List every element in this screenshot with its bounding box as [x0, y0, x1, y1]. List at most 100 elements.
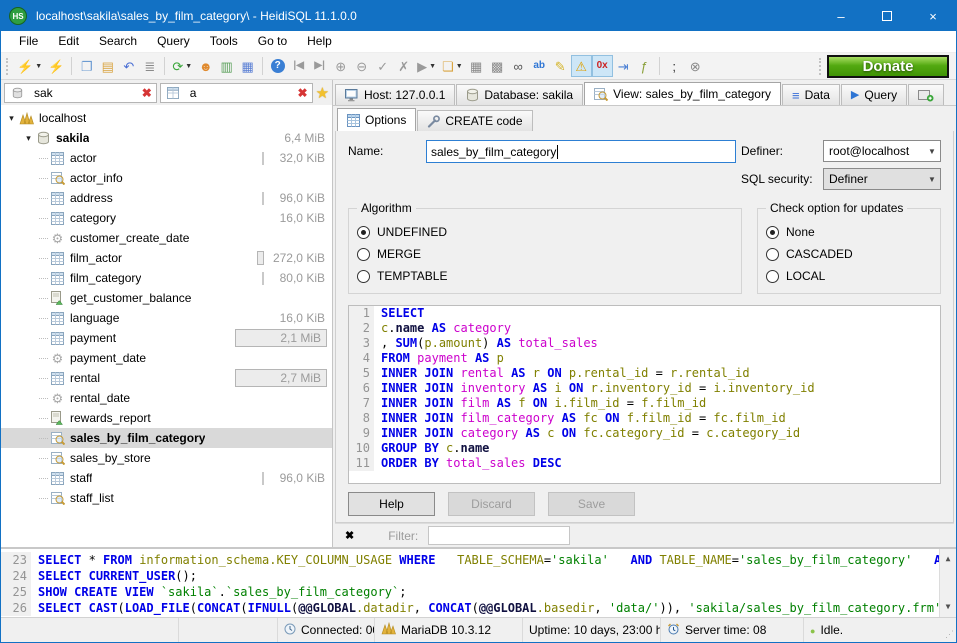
table-filter-input[interactable]: a ✖ — [160, 83, 313, 103]
insert-record-icon[interactable]: ⊕ — [330, 55, 351, 77]
paste-icon[interactable]: ▤ — [97, 55, 118, 77]
radio-cascaded[interactable]: CASCADED — [766, 243, 930, 265]
tree-item-localhost[interactable]: ▾localhost — [1, 108, 332, 128]
save-as-icon[interactable]: ▩ — [487, 55, 508, 77]
tree-item-rental[interactable]: rental2,7 MiB — [1, 368, 332, 388]
view-sql-editor[interactable]: 1SELECT2c.name AS category3, SUM(p.amoun… — [348, 305, 941, 484]
tab-data[interactable]: ≡Data — [782, 84, 840, 105]
cancel-editing-icon[interactable]: ✗ — [393, 55, 414, 77]
sql-log[interactable]: 23SELECT * FROM information_schema.KEY_C… — [1, 549, 939, 617]
radio-button-icon[interactable] — [357, 270, 370, 283]
replace-icon[interactable]: ab — [529, 55, 550, 77]
tree-item-payment-date[interactable]: ⚙payment_date — [1, 348, 332, 368]
tree-item-get-customer-balance[interactable]: get_customer_balance — [1, 288, 332, 308]
highlighter-icon[interactable]: ✎ — [550, 55, 571, 77]
help-button[interactable]: Help — [348, 492, 435, 516]
tree-item-payment[interactable]: payment2,1 MiB — [1, 328, 332, 348]
tree-item-rental-date[interactable]: ⚙rental_date — [1, 388, 332, 408]
menu-file[interactable]: File — [9, 31, 48, 52]
chevron-down-icon[interactable]: ▾ — [5, 113, 18, 124]
chevron-down-icon[interactable]: ▾ — [22, 133, 35, 144]
tree-item-category[interactable]: category16,0 KiB — [1, 208, 332, 228]
menu-edit[interactable]: Edit — [48, 31, 89, 52]
refresh-icon[interactable]: ⟳▼ — [169, 55, 195, 77]
resize-grip-icon[interactable]: ⋰ — [942, 618, 956, 642]
tree-item-customer-create-date[interactable]: ⚙customer_create_date — [1, 228, 332, 248]
user-manager-icon[interactable]: ☻ — [195, 55, 216, 77]
radio-button-icon[interactable] — [766, 226, 779, 239]
tree-item-address[interactable]: address96,0 KiB — [1, 188, 332, 208]
close-button[interactable]: × — [910, 1, 956, 31]
scroll-up-icon[interactable]: ▲ — [946, 551, 951, 567]
stop-icon[interactable]: ⊗ — [685, 55, 706, 77]
radio-local[interactable]: LOCAL — [766, 265, 930, 287]
log-scrollbar[interactable]: ▲ ▼ — [939, 549, 956, 617]
tab-database-sakila[interactable]: Database: sakila — [456, 84, 583, 105]
tab-host-127-0-0-1[interactable]: Host: 127.0.0.1 — [335, 84, 455, 105]
maximize-button[interactable] — [864, 1, 910, 31]
scroll-down-icon[interactable]: ▼ — [946, 599, 951, 615]
filter-input[interactable] — [428, 526, 570, 545]
first-record-icon[interactable]: |◀ — [288, 55, 309, 77]
tab-view-sales-by-film-category[interactable]: View: sales_by_film_category — [584, 82, 781, 105]
warn-unsafe-icon[interactable]: ⚠ — [571, 55, 592, 77]
indent-icon[interactable]: ⇥ — [613, 55, 634, 77]
discard-button[interactable]: Discard — [448, 492, 535, 516]
tree-item-staff[interactable]: staff96,0 KiB — [1, 468, 332, 488]
delimiter-icon[interactable]: ; — [664, 55, 685, 77]
undo-icon[interactable]: ↶ — [118, 55, 139, 77]
favorites-star-icon[interactable]: ★ — [316, 84, 329, 102]
reformat-icon[interactable]: ƒ — [634, 55, 655, 77]
radio-button-icon[interactable] — [766, 270, 779, 283]
tree-item-film-category[interactable]: film_category80,0 KiB — [1, 268, 332, 288]
radio-button-icon[interactable] — [357, 248, 370, 261]
subtab-create-code[interactable]: CREATE code — [417, 110, 532, 131]
tree-item-actor[interactable]: actor32,0 KiB — [1, 148, 332, 168]
radio-temptable[interactable]: TEMPTABLE — [357, 265, 731, 287]
radio-undefined[interactable]: UNDEFINED — [357, 221, 731, 243]
tree-item-sales-by-store[interactable]: sales_by_store — [1, 448, 332, 468]
tree-item-actor-info[interactable]: actor_info — [1, 168, 332, 188]
hex-view-icon[interactable]: 0x — [592, 55, 613, 77]
open-file-icon[interactable]: ❏▼ — [439, 55, 466, 77]
save-button[interactable]: Save — [548, 492, 635, 516]
tree-item-staff-list[interactable]: staff_list — [1, 488, 332, 508]
radio-merge[interactable]: MERGE — [357, 243, 731, 265]
session-manager-icon[interactable]: ⚡▼ — [14, 55, 45, 77]
menu-query[interactable]: Query — [147, 31, 200, 52]
tree-item-film-actor[interactable]: film_actor272,0 KiB — [1, 248, 332, 268]
menu-help[interactable]: Help — [297, 31, 342, 52]
radio-none[interactable]: None — [766, 221, 930, 243]
tree-item-language[interactable]: language16,0 KiB — [1, 308, 332, 328]
disconnect-icon[interactable]: ⚡ — [45, 55, 67, 77]
print-icon[interactable]: ≣ — [139, 55, 160, 77]
delete-record-icon[interactable]: ⊖ — [351, 55, 372, 77]
minimize-button[interactable]: – — [818, 1, 864, 31]
tree-item-rewards-report[interactable]: rewards_report — [1, 408, 332, 428]
post-changes-icon[interactable]: ✓ — [372, 55, 393, 77]
tab-new-query[interactable] — [908, 84, 944, 105]
radio-button-icon[interactable] — [766, 248, 779, 261]
close-filter-icon[interactable]: ✖ — [345, 529, 354, 542]
clear-db-filter-icon[interactable]: ✖ — [142, 86, 152, 100]
last-record-icon[interactable]: ▶| — [309, 55, 330, 77]
run-query-icon[interactable]: ▶▼ — [414, 55, 439, 77]
menu-go-to[interactable]: Go to — [248, 31, 297, 52]
view-name-input[interactable]: sales_by_film_category — [426, 140, 736, 163]
tree-item-sales-by-film-category[interactable]: sales_by_film_category — [1, 428, 332, 448]
find-icon[interactable]: ∞ — [508, 55, 529, 77]
donate-button[interactable]: Donate — [827, 55, 949, 78]
database-filter-input[interactable]: sak ✖ — [4, 83, 157, 103]
sql-security-select[interactable]: Definer ▼ — [823, 168, 941, 190]
save-icon[interactable]: ▦ — [466, 55, 487, 77]
definer-select[interactable]: root@localhost ▼ — [823, 140, 941, 162]
insert-files-icon[interactable]: ▦ — [237, 55, 258, 77]
tree-item-sakila[interactable]: ▾sakila6,4 MiB — [1, 128, 332, 148]
help-icon[interactable]: ? — [267, 55, 288, 77]
menu-tools[interactable]: Tools — [200, 31, 248, 52]
radio-button-icon[interactable] — [357, 226, 370, 239]
export-database-icon[interactable]: ▥ — [216, 55, 237, 77]
tab-query[interactable]: ▶Query — [841, 84, 907, 105]
menu-search[interactable]: Search — [89, 31, 147, 52]
subtab-options[interactable]: Options — [337, 108, 416, 131]
